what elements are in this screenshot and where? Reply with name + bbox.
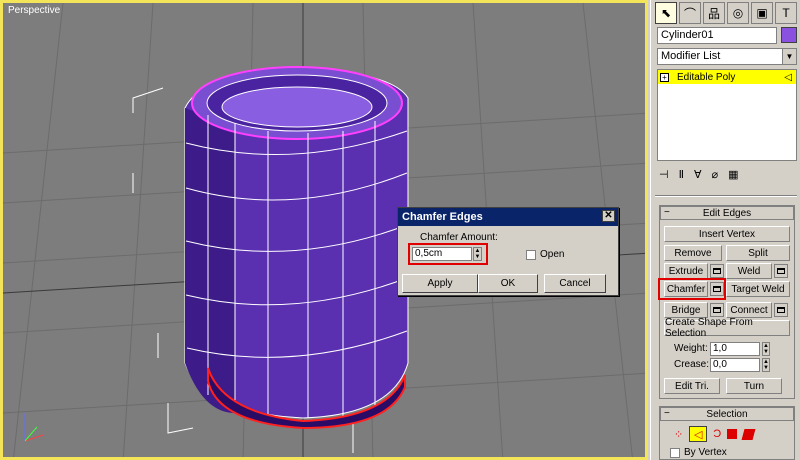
connect-settings-icon[interactable] — [774, 303, 788, 317]
chamfer-amount-spinner-icon[interactable]: ▲ ▼ — [473, 247, 482, 261]
crease-spinner-icon[interactable]: ▲ ▼ — [762, 358, 770, 372]
modify-tab-icon[interactable]: ⌒ — [679, 2, 701, 24]
dialog-titlebar[interactable]: Chamfer Edges ✕ — [398, 208, 618, 226]
close-icon[interactable]: ✕ — [602, 210, 615, 222]
remove-button[interactable]: Remove — [664, 245, 722, 261]
element-mode-icon[interactable] — [741, 428, 756, 440]
weight-label: Weight: — [674, 343, 708, 354]
insert-vertex-button[interactable]: Insert Vertex — [664, 226, 790, 242]
object-name-field[interactable]: Cylinder01 — [657, 27, 777, 44]
cancel-button[interactable]: Cancel — [544, 274, 606, 293]
weight-spinner-icon[interactable]: ▲ ▼ — [762, 342, 770, 356]
open-label: Open — [540, 249, 565, 260]
pin-stack-icon[interactable]: ⊣ — [659, 168, 669, 181]
bridge-button[interactable]: Bridge — [664, 302, 708, 318]
split-button[interactable]: Split — [726, 245, 790, 261]
cylinder-mesh[interactable] — [184, 66, 409, 430]
extrude-button[interactable]: Extrude — [664, 263, 708, 279]
crease-label: Crease: — [674, 359, 710, 370]
edit-edges-header[interactable]: − Edit Edges — [660, 206, 794, 220]
stack-item-editable-poly[interactable]: + Editable Poly ◁ — [658, 70, 796, 84]
command-panel: ⬉ ⌒ 品 ◎ ▣ T Cylinder01 Modifier List ▼ +… — [650, 0, 800, 460]
select-tab-icon[interactable]: ⬉ — [655, 2, 677, 24]
stack-item-label: Editable Poly — [677, 71, 736, 83]
edit-edges-title: Edit Edges — [702, 207, 752, 219]
selection-rollout: − Selection ⁘ ◁ Ͻ By Vertex — [659, 406, 795, 460]
chamfer-highlight — [658, 278, 726, 300]
motion-tab-icon[interactable]: ◎ — [727, 2, 749, 24]
dialog-title: Chamfer Edges — [402, 211, 483, 223]
by-vertex-label: By Vertex — [684, 447, 727, 458]
chamfer-edges-dialog: Chamfer Edges ✕ Chamfer Amount: 0,5cm ▲ ▼… — [397, 207, 619, 296]
collapse-minus-icon[interactable]: − — [664, 408, 670, 419]
display-tab-icon[interactable]: ▣ — [751, 2, 773, 24]
make-unique-icon[interactable]: ∀ — [694, 168, 702, 181]
modifier-stack[interactable]: + Editable Poly ◁ — [657, 69, 797, 161]
chamfer-amount-label: Chamfer Amount: — [420, 232, 498, 243]
object-color-swatch[interactable] — [781, 27, 797, 43]
edge-subobject-icon: ◁ — [784, 71, 792, 83]
extrude-settings-icon[interactable] — [710, 264, 724, 278]
chamfer-amount-field[interactable]: 0,5cm — [412, 247, 472, 261]
expand-plus-icon[interactable]: + — [660, 72, 669, 82]
edge-mode-icon[interactable]: ◁ — [689, 426, 708, 442]
configure-sets-icon[interactable]: ▦ — [728, 168, 738, 181]
turn-button[interactable]: Turn — [726, 378, 782, 394]
axis-tripod — [24, 413, 44, 442]
subobject-buttons: ⁘ ◁ Ͻ — [674, 425, 784, 443]
remove-modifier-icon[interactable]: ⌀ — [712, 168, 719, 181]
weight-field[interactable]: 1,0 — [710, 342, 760, 356]
apply-button[interactable]: Apply — [402, 274, 478, 293]
weld-button[interactable]: Weld — [726, 263, 772, 279]
bridge-settings-icon[interactable] — [710, 303, 724, 317]
connect-button[interactable]: Connect — [726, 302, 772, 318]
stack-tools: ⊣ Ⅱ ∀ ⌀ ▦ — [659, 168, 799, 181]
selection-header[interactable]: − Selection — [660, 407, 794, 421]
create-shape-button[interactable]: Create Shape From Selection — [664, 317, 790, 339]
target-weld-button[interactable]: Target Weld — [726, 281, 790, 297]
viewport-label[interactable]: Perspective — [8, 5, 60, 16]
collapse-minus-icon[interactable]: − — [664, 207, 670, 218]
by-vertex-row: By Vertex — [670, 447, 727, 458]
polygon-mode-icon[interactable] — [727, 429, 738, 439]
modifier-list-label: Modifier List — [661, 50, 721, 62]
vertex-mode-icon[interactable]: ⁘ — [674, 428, 683, 441]
modifier-list-dropdown[interactable]: Modifier List ▼ — [657, 48, 797, 65]
show-end-result-icon[interactable]: Ⅱ — [679, 168, 684, 181]
open-checkbox[interactable] — [526, 249, 536, 260]
divider — [655, 195, 797, 197]
utilities-tab-icon[interactable]: T — [775, 2, 797, 24]
dropdown-arrow-icon[interactable]: ▼ — [782, 49, 796, 64]
edit-tri-button[interactable]: Edit Tri. — [664, 378, 720, 394]
by-vertex-checkbox[interactable] — [670, 447, 680, 458]
crease-field[interactable]: 0,0 — [710, 358, 760, 372]
selection-title: Selection — [706, 408, 748, 420]
ok-button[interactable]: OK — [478, 274, 538, 293]
open-option: Open — [526, 249, 564, 260]
edit-edges-rollout: − Edit Edges Insert Vertex Remove Split … — [658, 205, 795, 399]
panel-tabs: ⬉ ⌒ 品 ◎ ▣ T — [655, 2, 799, 26]
hierarchy-tab-icon[interactable]: 品 — [703, 2, 725, 24]
border-mode-icon[interactable]: Ͻ — [713, 428, 721, 440]
weld-settings-icon[interactable] — [774, 264, 788, 278]
